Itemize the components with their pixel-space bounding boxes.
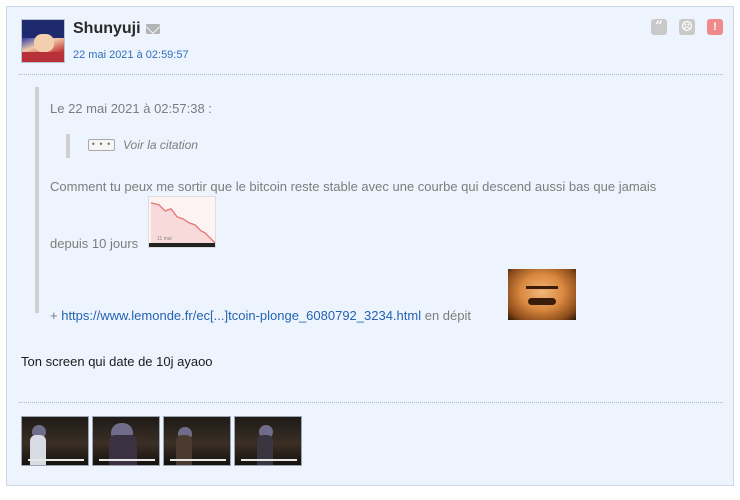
sticker-mustache	[528, 298, 556, 305]
attachment-thumbnail[interactable]	[92, 416, 160, 466]
post-date[interactable]: 22 mai 2021 à 02:59:57	[73, 49, 189, 61]
link-suffix: en dépit	[424, 308, 471, 323]
divider	[19, 74, 723, 75]
chart-baseline	[149, 243, 215, 247]
user-avatar[interactable]	[21, 19, 65, 63]
article-link[interactable]: https://www.lemonde.fr/ec[...]tcoin-plon…	[61, 308, 421, 323]
quote-bar	[35, 87, 39, 313]
divider	[19, 402, 723, 403]
thumb-subtitle	[99, 459, 155, 461]
quote-text-line2: depuis 10 jours	[50, 236, 139, 251]
see-quote-label[interactable]: Voir la citation	[123, 138, 198, 152]
thumb-subtitle	[241, 459, 297, 461]
quote-link-line: + https://www.lemonde.fr/ec[...]tcoin-pl…	[50, 308, 471, 323]
nested-quote-bar	[66, 134, 70, 158]
thumb-subtitle	[170, 459, 226, 461]
expand-quote-button[interactable]: • • •	[88, 139, 115, 151]
link-prefix: +	[50, 308, 58, 323]
bitcoin-chart-image[interactable]: 11 mai	[148, 196, 216, 248]
attachment-thumbnail[interactable]	[21, 416, 89, 466]
quote-icon[interactable]: ”	[651, 19, 667, 35]
thumb-subtitle	[28, 459, 84, 461]
avatar-jacket	[22, 52, 64, 62]
quote-header: Le 22 mai 2021 à 02:57:38 :	[50, 101, 212, 116]
forum-post: Shunyuji 22 mai 2021 à 02:59:57 ” ☹ ! Le…	[6, 6, 734, 486]
sticker-eyes	[526, 286, 558, 293]
sad-face-icon[interactable]: ☹	[679, 19, 695, 35]
alert-icon[interactable]: !	[707, 19, 723, 35]
quote-text-line1: Comment tu peux me sortir que le bitcoin…	[50, 179, 657, 194]
attachment-thumbnail[interactable]	[234, 416, 302, 466]
chart-tick-label: 11 mai	[157, 236, 172, 242]
author-name[interactable]: Shunyuji	[73, 20, 141, 38]
reply-text: Ton screen qui date de 10j ayaoo	[21, 354, 213, 369]
attachment-thumbnail[interactable]	[163, 416, 231, 466]
mail-icon[interactable]	[146, 24, 160, 34]
avatar-face	[34, 34, 54, 52]
laughing-face-sticker[interactable]	[508, 269, 576, 320]
